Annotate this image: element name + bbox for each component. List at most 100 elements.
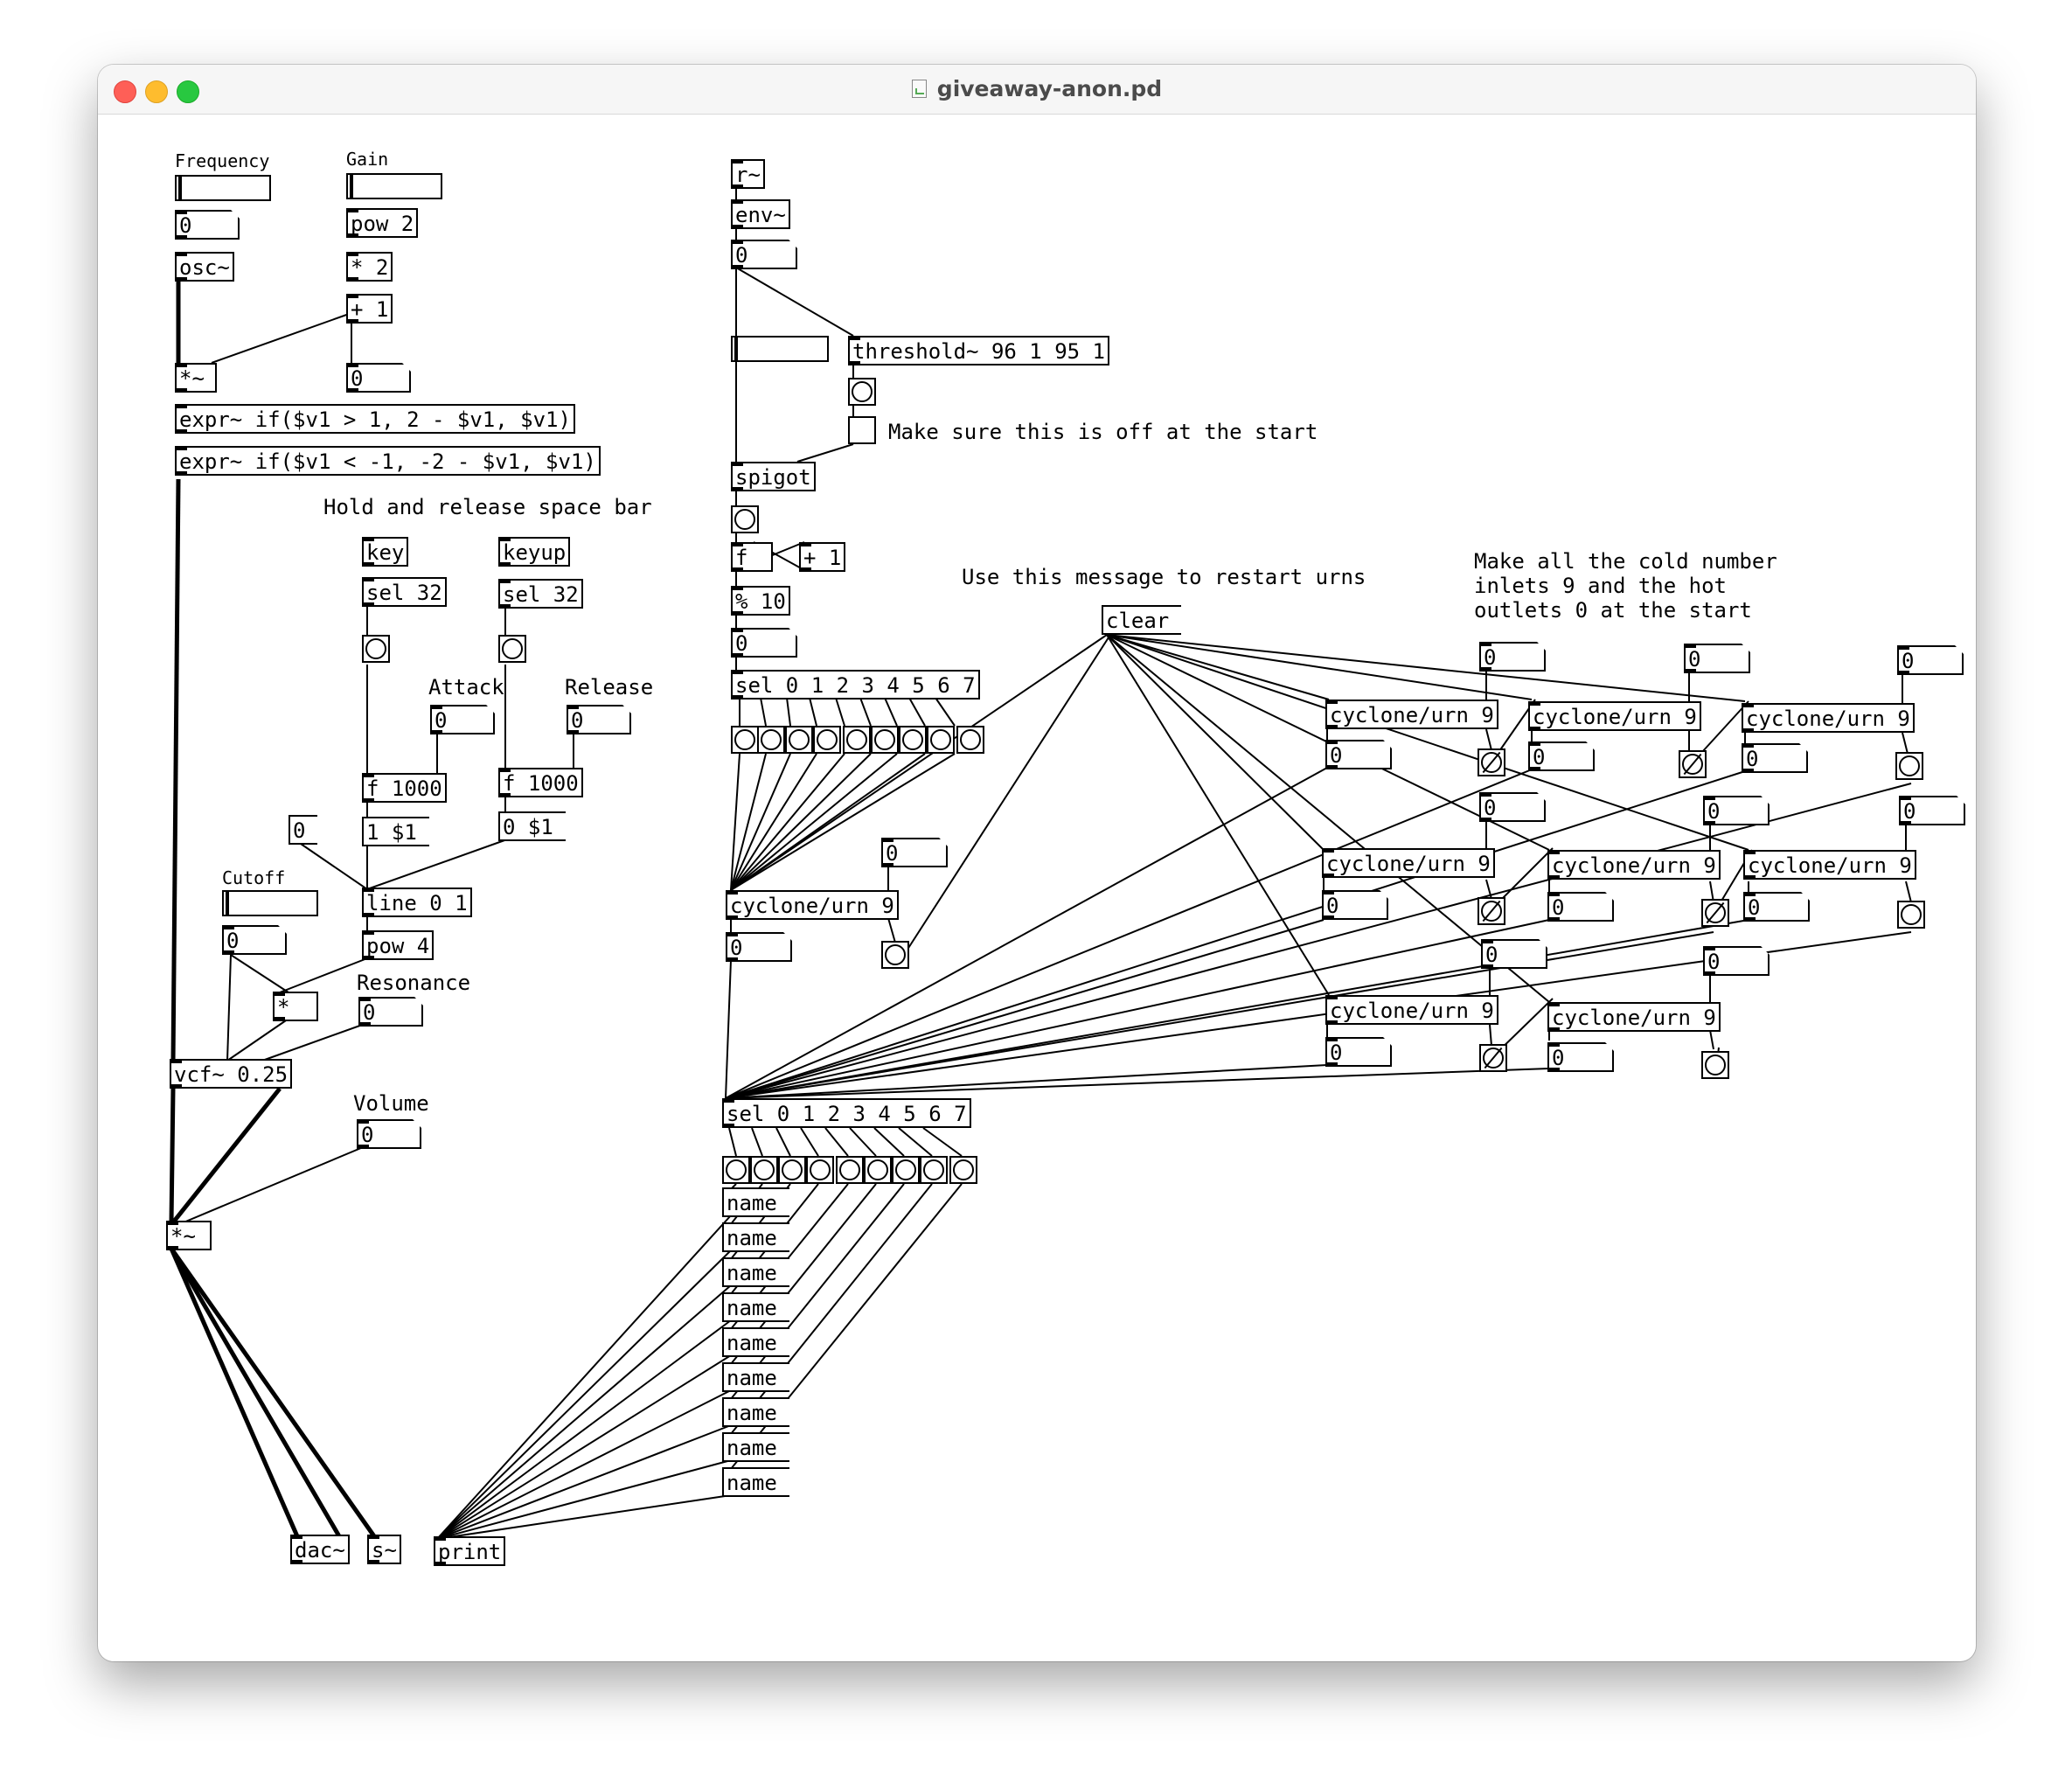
object-print[interactable]: print [434,1536,506,1566]
number-box[interactable]: 0 [1684,644,1750,673]
bang-button[interactable] [871,726,899,754]
object-urn[interactable]: cyclone/urn 9 [1547,850,1721,880]
number-box[interactable]: 0 [731,240,797,269]
object-urn[interactable]: cyclone/urn 9 [1547,1002,1721,1032]
number-box[interactable]: 0 [1547,892,1614,922]
name-message[interactable]: name [722,1327,789,1357]
number-box[interactable]: 0 [1899,796,1965,825]
slider-knob[interactable] [734,338,738,360]
bang-button[interactable] [881,941,909,969]
number-box[interactable]: 0 [346,363,411,393]
resonance-number-box[interactable]: 0 [358,997,423,1027]
name-message[interactable]: name [722,1362,789,1392]
object-line[interactable]: line 0 1 [362,888,472,917]
object-multiply[interactable]: * [273,992,318,1021]
number-box[interactable]: 0 [1322,890,1388,920]
object-sel-32[interactable]: sel 32 [362,577,447,607]
bang-button[interactable] [949,1156,977,1184]
bang-button[interactable] [843,726,871,754]
object-vcf[interactable]: vcf~ 0.25 [170,1059,293,1089]
bang-button[interactable] [864,1156,892,1184]
bang-button[interactable] [927,726,955,754]
object-pow-4[interactable]: pow 4 [362,930,435,960]
spigot-toggle[interactable] [848,416,876,444]
level-slider[interactable] [731,336,829,362]
object-expr-fold-high[interactable]: expr~ if($v1 > 1, 2 - $v1, $v1) [175,404,575,434]
object-receive-signal[interactable]: r~ [731,159,765,189]
object-f-1000[interactable]: f 1000 [362,773,447,803]
number-box[interactable]: 0 [1325,740,1392,769]
bang-button[interactable] [836,1156,864,1184]
object-sel-32[interactable]: sel 32 [498,579,583,609]
number-box[interactable]: 0 [1528,741,1595,771]
object-f-1000[interactable]: f 1000 [498,768,583,797]
message-0-dollar1[interactable]: 0 $1 [498,811,566,841]
clear-message[interactable]: clear [1102,605,1182,635]
bang-button[interactable] [806,1156,834,1184]
bang-button[interactable] [757,726,785,754]
bang-button[interactable] [1679,750,1707,778]
object-send-signal[interactable]: s~ [367,1535,401,1564]
object-mul-signal[interactable]: *~ [175,363,217,393]
number-box[interactable]: 0 [1325,1037,1392,1067]
object-dac[interactable]: dac~ [290,1535,350,1564]
bang-button[interactable] [848,378,876,406]
bang-button[interactable] [498,635,526,663]
object-spigot[interactable]: spigot [731,462,816,491]
bang-button[interactable] [920,1156,948,1184]
object-add-1[interactable]: + 1 [346,294,393,324]
frequency-slider[interactable] [175,175,271,201]
slider-knob[interactable] [226,892,229,915]
bang-button[interactable] [731,505,759,533]
bang-button[interactable] [1897,901,1925,929]
name-message[interactable]: name [722,1467,789,1497]
object-plus-1[interactable]: + 1 [799,542,846,572]
bang-button[interactable] [892,1156,920,1184]
number-box[interactable]: 0 [175,210,240,240]
bang-button[interactable] [750,1156,778,1184]
object-key[interactable]: key [362,537,409,567]
number-box[interactable]: 0 [1547,1042,1614,1072]
name-message[interactable]: name [722,1257,789,1287]
object-osc[interactable]: osc~ [175,252,234,282]
bang-button[interactable] [1701,1051,1729,1079]
number-box[interactable]: 0 [222,925,287,955]
bang-button[interactable] [731,726,759,754]
name-message[interactable]: name [722,1432,789,1462]
number-box[interactable]: 0 [1479,792,1546,822]
number-box[interactable]: 0 [1703,796,1770,825]
object-urn[interactable]: cyclone/urn 9 [1742,703,1915,733]
object-mul-2[interactable]: * 2 [346,252,393,282]
object-keyup[interactable]: keyup [498,537,571,567]
bang-button[interactable] [1895,752,1923,780]
object-urn[interactable]: cyclone/urn 9 [1528,701,1701,731]
object-pow-2[interactable]: pow 2 [346,208,419,238]
bang-button[interactable] [1701,899,1729,927]
object-threshold[interactable]: threshold~ 96 1 95 1 [848,336,1109,365]
object-urn[interactable]: cyclone/urn 9 [1743,850,1916,880]
number-box[interactable]: 0 [726,932,792,962]
bang-button[interactable] [785,726,813,754]
bang-button[interactable] [1478,897,1505,925]
cutoff-slider[interactable] [222,890,318,916]
bang-button[interactable] [956,726,984,754]
message-zero[interactable]: 0 [289,815,318,845]
object-mul-signal[interactable]: *~ [166,1221,212,1250]
bang-button[interactable] [778,1156,806,1184]
number-box[interactable]: 0 [1479,642,1546,672]
number-box[interactable]: 0 [731,628,797,658]
object-urn[interactable]: cyclone/urn 9 [1325,700,1498,729]
gain-slider[interactable] [346,173,442,199]
object-sel-0-7[interactable]: sel 0 1 2 3 4 5 6 7 [722,1098,971,1128]
object-sel-0-7[interactable]: sel 0 1 2 3 4 5 6 7 [731,670,980,700]
bang-button[interactable] [362,635,390,663]
object-expr-fold-low[interactable]: expr~ if($v1 < -1, -2 - $v1, $v1) [175,446,601,476]
message-1-dollar1[interactable]: 1 $1 [362,817,429,846]
number-box[interactable]: 0 [1703,946,1770,976]
name-message[interactable]: name [722,1187,789,1217]
slider-knob[interactable] [350,175,353,198]
volume-number-box[interactable]: 0 [357,1119,421,1149]
name-message[interactable]: name [722,1397,789,1427]
name-message[interactable]: name [722,1292,789,1322]
bang-button[interactable] [899,726,927,754]
